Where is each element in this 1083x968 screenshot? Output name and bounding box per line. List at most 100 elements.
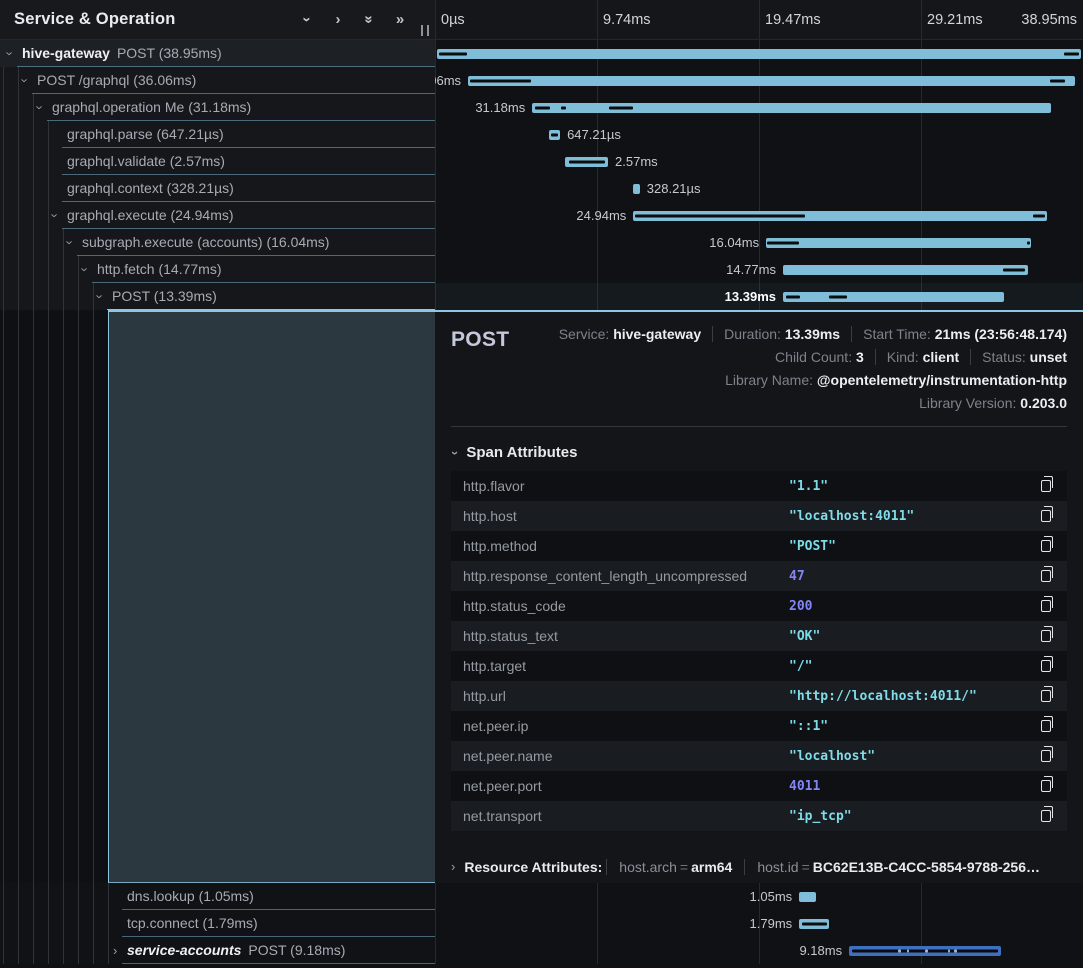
attribute-row[interactable]: net.peer.ip "::1" — [451, 711, 1067, 741]
collapse-all-icon[interactable]: » — [361, 13, 378, 27]
span-bar[interactable] — [532, 103, 1051, 113]
copy-icon[interactable] — [1041, 810, 1051, 822]
copy-icon[interactable] — [1041, 630, 1051, 642]
span-tree-cell[interactable]: graphql.parse (647.21µs) — [0, 121, 435, 148]
attribute-value: "/" — [789, 659, 1041, 674]
span-duration-label: 16.04ms — [709, 229, 759, 256]
span-tree-cell[interactable]: › service-accounts POST (9.18ms) — [0, 937, 435, 964]
copy-icon[interactable] — [1041, 480, 1051, 492]
span-timeline-cell[interactable]: 24.94ms — [435, 202, 1083, 229]
resource-attributes-row[interactable]: › Resource Attributes: host.arch=arm64 h… — [451, 853, 1067, 880]
library-name-label: Library Name: — [725, 372, 813, 388]
span-tree-cell[interactable]: › graphql.operation Me (31.18ms) — [0, 94, 435, 121]
expand-all-icon[interactable]: » — [393, 11, 407, 28]
span-timeline-cell[interactable]: 36.06ms — [435, 67, 1083, 94]
span-detail-title: POST — [451, 326, 509, 352]
chevron-down-icon[interactable]: › — [49, 213, 62, 217]
chevron-down-icon[interactable]: › — [34, 105, 47, 109]
span-timeline-cell[interactable]: 31.18ms — [435, 94, 1083, 121]
span-operation-label: graphql.operation Me (31.18ms) — [52, 99, 251, 115]
span-bar[interactable] — [799, 892, 816, 902]
panel-resize-handle[interactable] — [421, 25, 429, 36]
child-span-segment — [609, 106, 633, 109]
attribute-row[interactable]: http.response_content_length_uncompresse… — [451, 561, 1067, 591]
span-bar[interactable] — [549, 130, 560, 140]
span-tree-cell[interactable]: tcp.connect (1.79ms) — [0, 910, 435, 937]
span-bar[interactable] — [468, 76, 1075, 86]
attribute-value: "ip_tcp" — [789, 809, 1041, 824]
span-bar[interactable] — [849, 946, 1001, 956]
attribute-row[interactable]: net.transport "ip_tcp" — [451, 801, 1067, 831]
span-tree-cell[interactable]: graphql.validate (2.57ms) — [0, 148, 435, 175]
service-value: hive-gateway — [613, 326, 701, 342]
span-tree-cell[interactable]: › subgraph.execute (accounts) (16.04ms) — [0, 229, 435, 256]
span-tree-cell[interactable]: dns.lookup (1.05ms) — [0, 883, 435, 910]
span-timeline-cell[interactable]: 1.05ms — [435, 883, 1083, 910]
chevron-down-icon[interactable]: › — [4, 51, 17, 55]
chevron-down-icon[interactable]: › — [19, 78, 32, 82]
chevron-down-icon[interactable]: › — [79, 267, 92, 271]
span-timeline-cell[interactable]: 13.39ms — [435, 283, 1083, 310]
span-row-graphql-operation: › graphql.operation Me (31.18ms) 31.18ms — [0, 94, 1083, 121]
span-tree-cell[interactable]: › POST /graphql (36.06ms) — [0, 67, 435, 94]
span-timeline-cell[interactable]: 9.18ms — [435, 937, 1083, 964]
attribute-row[interactable]: http.target "/" — [451, 651, 1067, 681]
tick-label: 19.47ms — [765, 0, 821, 40]
span-bar[interactable] — [766, 238, 1031, 248]
resource-value: arm64 — [691, 859, 732, 875]
attribute-row[interactable]: net.peer.name "localhost" — [451, 741, 1067, 771]
copy-icon[interactable] — [1041, 570, 1051, 582]
copy-icon[interactable] — [1041, 600, 1051, 612]
copy-icon[interactable] — [1041, 690, 1051, 702]
span-bar[interactable] — [799, 919, 829, 929]
span-row-http-fetch: › http.fetch (14.77ms) 14.77ms — [0, 256, 1083, 283]
copy-icon[interactable] — [1041, 720, 1051, 732]
span-timeline-cell[interactable]: 16.04ms — [435, 229, 1083, 256]
span-timeline-cell[interactable]: 1.79ms — [435, 910, 1083, 937]
span-tree-cell[interactable]: › graphql.execute (24.94ms) — [0, 202, 435, 229]
span-bar[interactable] — [633, 184, 639, 194]
span-tree-cell[interactable]: › POST (13.39ms) — [0, 283, 435, 310]
span-duration-label: 647.21µs — [567, 121, 621, 148]
span-timeline-cell[interactable]: 647.21µs — [435, 121, 1083, 148]
span-timeline-cell[interactable]: 14.77ms — [435, 256, 1083, 283]
attribute-row[interactable]: http.status_code 200 — [451, 591, 1067, 621]
attribute-row[interactable]: http.status_text "OK" — [451, 621, 1067, 651]
attribute-row[interactable]: http.method "POST" — [451, 531, 1067, 561]
span-operation-label: graphql.context (328.21µs) — [67, 180, 234, 196]
span-timeline-cell[interactable]: 328.21µs — [435, 175, 1083, 202]
attribute-row[interactable]: http.flavor "1.1" — [451, 471, 1067, 501]
span-tree-cell[interactable]: graphql.context (328.21µs) — [0, 175, 435, 202]
span-timeline-cell[interactable] — [435, 40, 1083, 67]
span-attributes-toggle[interactable]: › Span Attributes — [453, 444, 1067, 461]
copy-icon[interactable] — [1041, 510, 1051, 522]
child-span-segment — [1027, 241, 1030, 244]
attribute-row[interactable]: net.peer.port 4011 — [451, 771, 1067, 801]
child-span-segment — [561, 106, 566, 109]
expand-one-icon[interactable]: › — [331, 11, 345, 28]
span-bar[interactable] — [565, 157, 608, 167]
span-tree-cell[interactable]: › hive-gateway POST (38.95ms) — [0, 40, 435, 67]
collapse-one-icon[interactable]: › — [299, 13, 316, 27]
span-duration-label: 36.06ms — [435, 67, 461, 94]
copy-icon[interactable] — [1041, 780, 1051, 792]
chevron-right-icon[interactable]: › — [113, 937, 117, 964]
copy-icon[interactable] — [1041, 540, 1051, 552]
chevron-down-icon[interactable]: › — [64, 240, 77, 244]
span-bar[interactable] — [783, 265, 1028, 275]
span-attributes-title: Span Attributes — [466, 444, 577, 461]
child-span-segment — [535, 106, 551, 109]
attribute-value: "::1" — [789, 719, 1041, 734]
span-duration-label: 328.21µs — [647, 175, 701, 202]
span-bar[interactable] — [437, 49, 1081, 59]
span-bar[interactable] — [633, 211, 1047, 221]
span-tree-cell[interactable]: › http.fetch (14.77ms) — [0, 256, 435, 283]
chevron-down-icon[interactable]: › — [94, 294, 107, 298]
span-bar[interactable] — [783, 292, 1004, 302]
span-timeline-cell[interactable]: 2.57ms — [435, 148, 1083, 175]
attribute-row[interactable]: http.url "http://localhost:4011/" — [451, 681, 1067, 711]
copy-icon[interactable] — [1041, 660, 1051, 672]
tick-label: 0µs — [441, 0, 465, 40]
copy-icon[interactable] — [1041, 750, 1051, 762]
attribute-row[interactable]: http.host "localhost:4011" — [451, 501, 1067, 531]
